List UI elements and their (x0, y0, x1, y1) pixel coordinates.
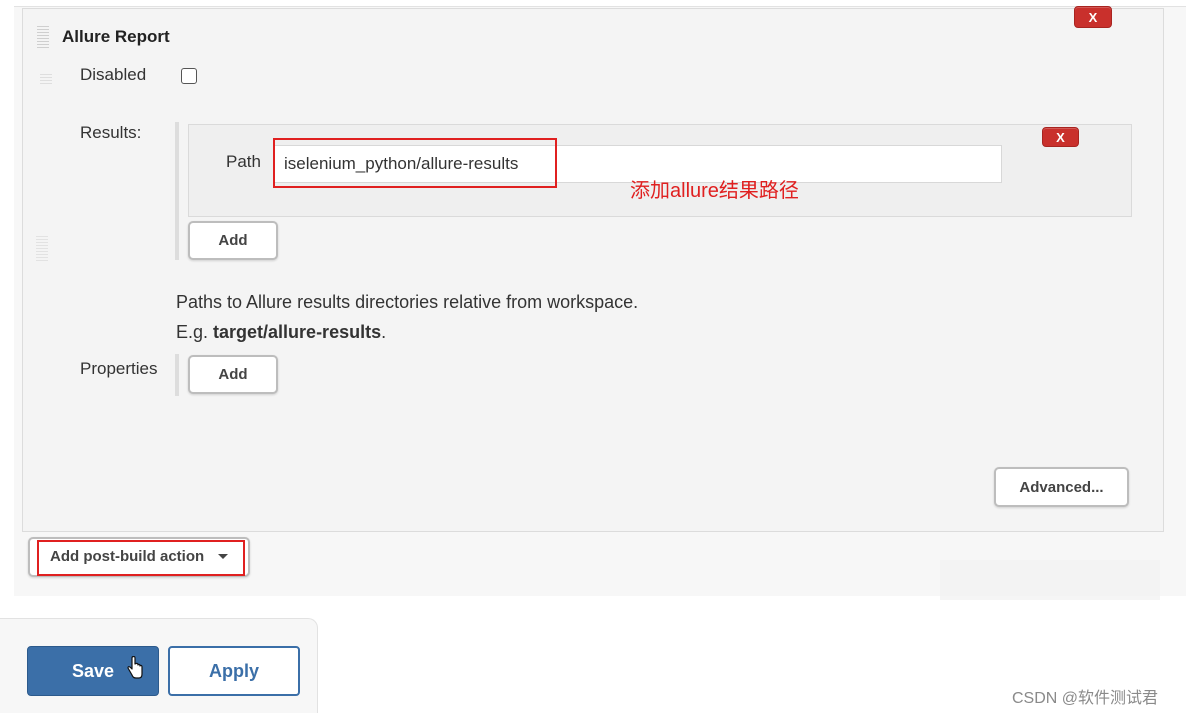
blurred-background-band (940, 560, 1160, 600)
help-example-path: target/allure-results (213, 322, 382, 342)
properties-label: Properties (80, 359, 158, 378)
disabled-label: Disabled (80, 65, 147, 84)
drag-handle-results (36, 236, 48, 262)
advanced-button[interactable]: Advanced... (994, 467, 1129, 507)
drag-handle-minor (40, 74, 52, 86)
add-post-build-action-label: Add post-build action (50, 548, 205, 565)
delete-path-button[interactable]: X (1042, 127, 1079, 147)
delete-step-button[interactable]: X (1074, 6, 1112, 28)
drag-handle[interactable] (37, 26, 49, 48)
watermark-text: CSDN @软件测试君 (1012, 690, 1159, 707)
results-help-text: Paths to Allure results directories rela… (176, 287, 638, 347)
allure-report-section (22, 8, 1164, 532)
section-title: Allure Report (62, 27, 170, 46)
add-path-button[interactable]: Add (188, 221, 278, 260)
path-label: Path (226, 152, 261, 171)
properties-group-bar (175, 354, 179, 396)
hand-cursor-icon (127, 656, 143, 679)
apply-button[interactable]: Apply (168, 646, 300, 696)
annotation-text: 添加allure结果路径 (630, 180, 799, 202)
help-line-2-suffix: . (381, 322, 387, 342)
add-property-button[interactable]: Add (188, 355, 278, 394)
help-line-2: E.g. target/allure-results. (176, 317, 638, 347)
disabled-checkbox[interactable] (181, 68, 197, 84)
results-label: Results: (80, 123, 142, 142)
help-line-2-prefix: E.g. (176, 322, 214, 342)
help-line-1: Paths to Allure results directories rela… (176, 292, 639, 312)
chevron-down-icon (218, 554, 228, 559)
